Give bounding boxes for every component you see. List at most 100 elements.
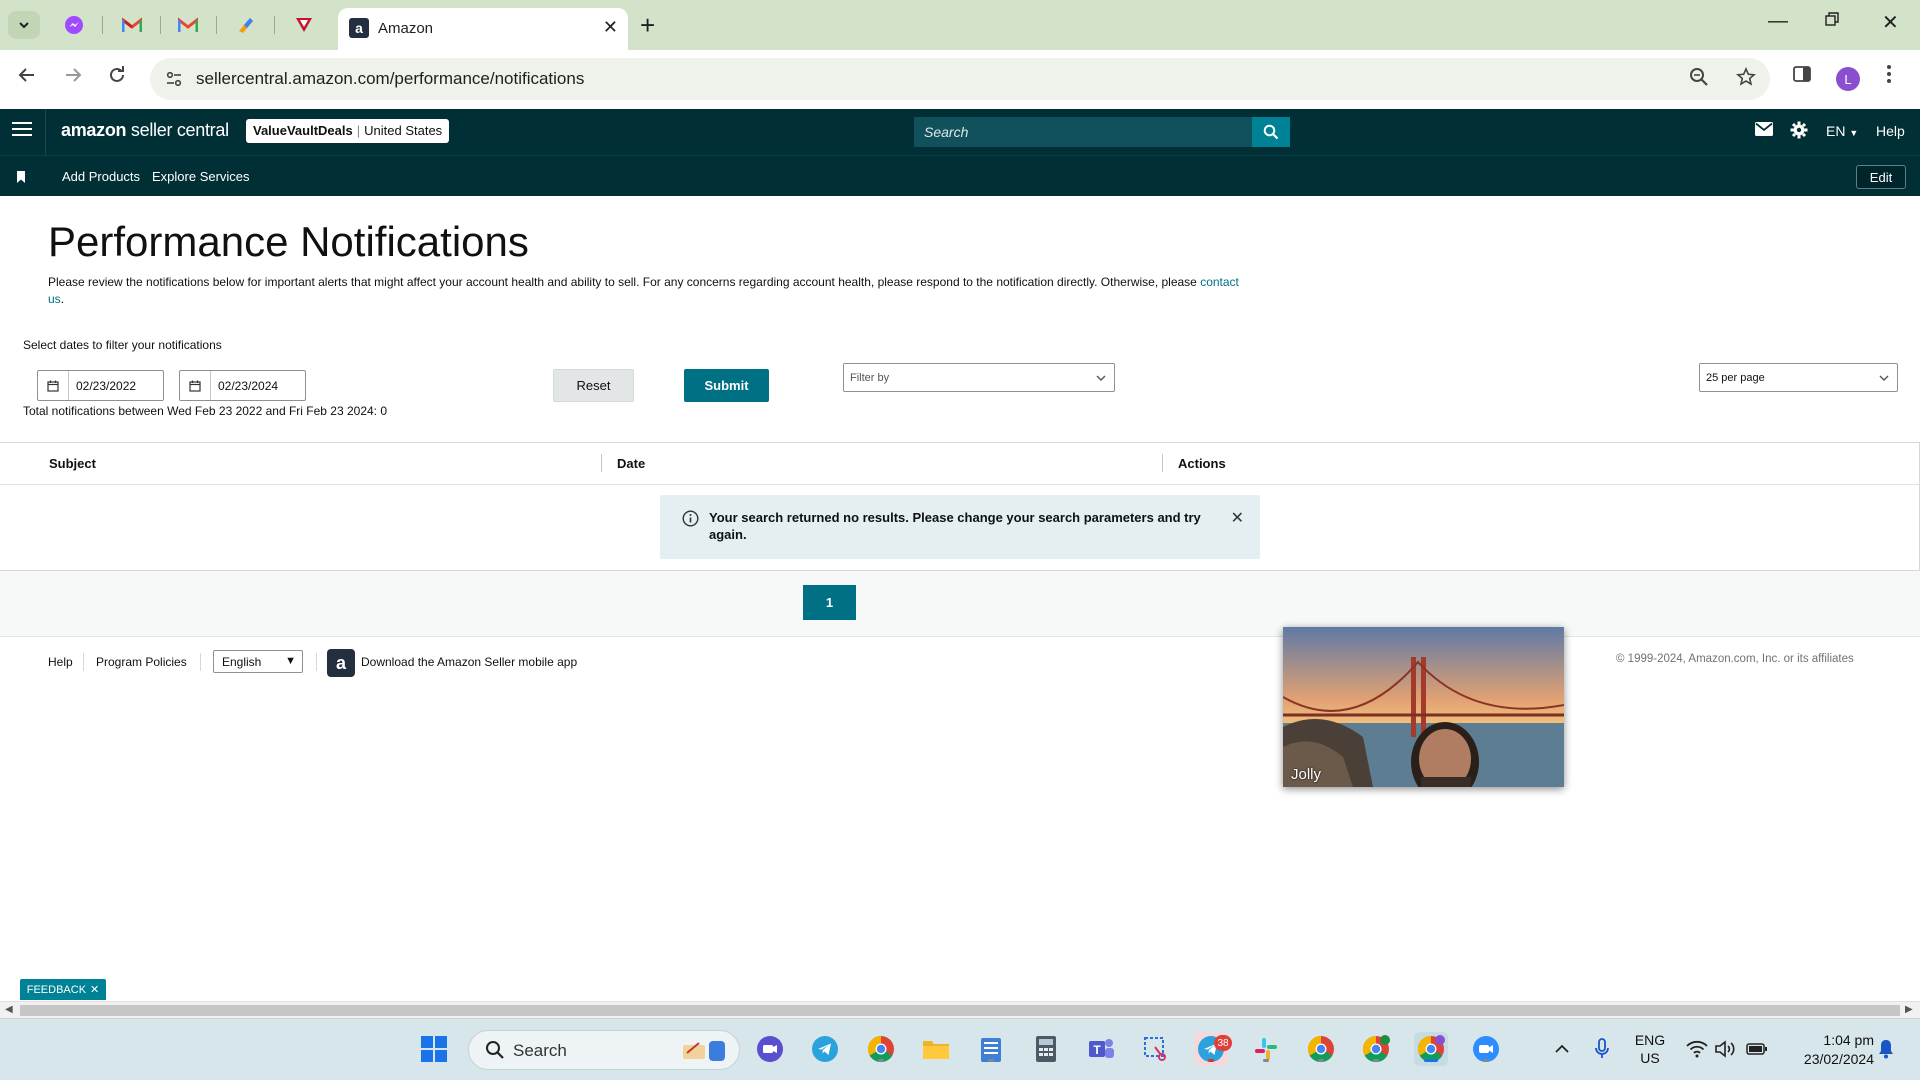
start-button[interactable] bbox=[417, 1032, 451, 1066]
close-tab-icon[interactable]: ✕ bbox=[603, 17, 618, 38]
seller-central-logo[interactable]: amazon seller central bbox=[61, 120, 229, 141]
footer-divider bbox=[200, 653, 201, 671]
forward-button[interactable] bbox=[62, 64, 84, 92]
close-icon[interactable]: ✕ bbox=[90, 983, 99, 996]
close-window-button[interactable]: ✕ bbox=[1882, 10, 1899, 35]
running-indicator bbox=[878, 1059, 884, 1062]
pinned-tab-messenger[interactable] bbox=[58, 9, 90, 41]
taskbar-search[interactable]: Search bbox=[468, 1030, 740, 1070]
start-date-picker[interactable]: 02/23/2022 bbox=[37, 370, 164, 401]
taskbar-teams[interactable]: T bbox=[1084, 1032, 1118, 1066]
tab-amazon[interactable]: a Amazon ✕ bbox=[338, 8, 628, 50]
bookmark-star-icon[interactable] bbox=[1736, 67, 1756, 93]
amazon-app-icon[interactable]: a bbox=[327, 649, 355, 677]
new-tab-button[interactable]: + bbox=[640, 10, 655, 41]
browser-toolbar: sellercentral.amazon.com/performance/not… bbox=[0, 50, 1920, 109]
search-icon bbox=[1263, 124, 1279, 140]
svg-text:T: T bbox=[1093, 1043, 1101, 1057]
pinned-tab-todoist[interactable] bbox=[230, 9, 262, 41]
taskbar-chrome-profile-3[interactable] bbox=[1359, 1032, 1393, 1066]
download-app-link[interactable]: Download the Amazon Seller mobile app bbox=[361, 655, 577, 669]
taskbar-meet-app[interactable] bbox=[753, 1032, 787, 1066]
language-selector[interactable]: EN ▼ bbox=[1826, 123, 1858, 139]
input-language-indicator[interactable]: ENG US bbox=[1628, 1031, 1672, 1067]
show-hidden-icons-button[interactable] bbox=[1545, 1032, 1579, 1066]
taskbar-file-explorer[interactable] bbox=[919, 1032, 953, 1066]
footer-help-link[interactable]: Help bbox=[48, 655, 73, 669]
scrollbar-thumb[interactable] bbox=[20, 1005, 1900, 1016]
restore-window-button[interactable] bbox=[1824, 10, 1840, 33]
close-alert-icon[interactable]: ✕ bbox=[1231, 508, 1244, 528]
column-subject[interactable]: Subject bbox=[49, 456, 96, 471]
address-bar[interactable]: sellercentral.amazon.com/performance/not… bbox=[150, 58, 1770, 100]
windows-logo-icon bbox=[421, 1036, 447, 1062]
mail-icon bbox=[1755, 122, 1773, 136]
scroll-right-arrow-icon[interactable]: ▶ bbox=[1905, 1004, 1913, 1015]
pinned-tab-gmail-2[interactable] bbox=[172, 9, 204, 41]
pinned-tab-tradingview[interactable] bbox=[288, 9, 320, 41]
taskbar-telegram-desktop[interactable]: 38 bbox=[1194, 1032, 1232, 1066]
store-name: ValueVaultDeals bbox=[253, 123, 353, 138]
profile-avatar[interactable]: L bbox=[1836, 67, 1860, 91]
browser-menu-button[interactable] bbox=[1886, 64, 1892, 90]
bookmark-icon[interactable] bbox=[16, 170, 26, 188]
volume-button[interactable] bbox=[1708, 1032, 1742, 1066]
header-search-input[interactable] bbox=[914, 117, 1252, 147]
feedback-button[interactable]: FEEDBACK ✕ bbox=[20, 979, 106, 1000]
zoom-icon[interactable] bbox=[1689, 67, 1709, 93]
taskbar-chrome-profile-2[interactable] bbox=[1304, 1032, 1338, 1066]
scroll-left-arrow-icon[interactable]: ◀ bbox=[5, 1004, 13, 1015]
minimize-window-button[interactable]: — bbox=[1768, 10, 1788, 33]
clock[interactable]: 1:04 pm 23/02/2024 bbox=[1778, 1031, 1874, 1069]
per-page-select[interactable]: 25 per page bbox=[1699, 363, 1898, 392]
edit-bookmarks-button[interactable]: Edit bbox=[1856, 165, 1906, 189]
taskbar-chrome-profile-1[interactable] bbox=[864, 1032, 898, 1066]
header-search-button[interactable] bbox=[1252, 117, 1290, 147]
side-panel-button[interactable] bbox=[1792, 64, 1812, 90]
taskbar-zoom[interactable] bbox=[1469, 1032, 1503, 1066]
submit-button[interactable]: Submit bbox=[684, 369, 769, 402]
info-icon bbox=[682, 510, 699, 532]
program-policies-link[interactable]: Program Policies bbox=[96, 655, 187, 669]
taskbar-calculator[interactable] bbox=[1029, 1032, 1063, 1066]
site-info-icon[interactable] bbox=[164, 69, 184, 94]
running-indicator bbox=[1373, 1059, 1379, 1062]
reset-button[interactable]: Reset bbox=[553, 369, 634, 402]
column-date[interactable]: Date bbox=[617, 456, 645, 471]
settings-button[interactable] bbox=[1790, 121, 1808, 144]
pinned-tab-gmail-1[interactable] bbox=[116, 9, 148, 41]
hamburger-menu-icon[interactable] bbox=[12, 122, 32, 140]
wifi-icon bbox=[1686, 1040, 1708, 1058]
help-link[interactable]: Help bbox=[1876, 123, 1905, 139]
back-button[interactable] bbox=[16, 64, 38, 92]
taskbar-chrome-active[interactable] bbox=[1414, 1032, 1448, 1066]
reload-button[interactable] bbox=[106, 64, 128, 92]
footer-language-select[interactable]: English ▼ bbox=[213, 650, 303, 673]
calendar-icon[interactable] bbox=[38, 371, 69, 400]
taskbar-telegram-app[interactable] bbox=[808, 1032, 842, 1066]
messages-button[interactable] bbox=[1755, 122, 1773, 141]
explore-services-link[interactable]: Explore Services bbox=[152, 169, 250, 184]
tab-search-button[interactable] bbox=[8, 11, 40, 39]
microphone-button[interactable] bbox=[1585, 1032, 1619, 1066]
participant-video-image bbox=[1283, 627, 1564, 787]
video-call-tile[interactable]: Jolly bbox=[1283, 627, 1564, 787]
battery-button[interactable] bbox=[1740, 1032, 1774, 1066]
seller-central-header: amazon seller central ValueVaultDeals | Un… bbox=[0, 109, 1920, 155]
page-1-button[interactable]: 1 bbox=[803, 585, 856, 620]
search-icon bbox=[485, 1040, 505, 1065]
tab-separator bbox=[274, 16, 275, 34]
taskbar-slack[interactable] bbox=[1249, 1032, 1283, 1066]
messenger-icon bbox=[65, 16, 83, 34]
no-results-message: Your search returned no results. Please … bbox=[709, 510, 1201, 542]
taskbar-snipping-tool[interactable] bbox=[1139, 1032, 1173, 1066]
end-date-picker[interactable]: 02/23/2024 bbox=[179, 370, 306, 401]
calendar-icon[interactable] bbox=[180, 371, 211, 400]
restore-icon bbox=[1825, 12, 1839, 26]
taskbar-notepad[interactable] bbox=[974, 1032, 1008, 1066]
filter-by-select[interactable]: Filter by bbox=[843, 363, 1115, 392]
notifications-button[interactable] bbox=[1869, 1032, 1903, 1066]
add-products-link[interactable]: Add Products bbox=[62, 169, 140, 184]
store-switcher[interactable]: ValueVaultDeals | United States bbox=[246, 119, 450, 143]
horizontal-scrollbar[interactable]: ◀ ▶ bbox=[0, 1001, 1920, 1018]
